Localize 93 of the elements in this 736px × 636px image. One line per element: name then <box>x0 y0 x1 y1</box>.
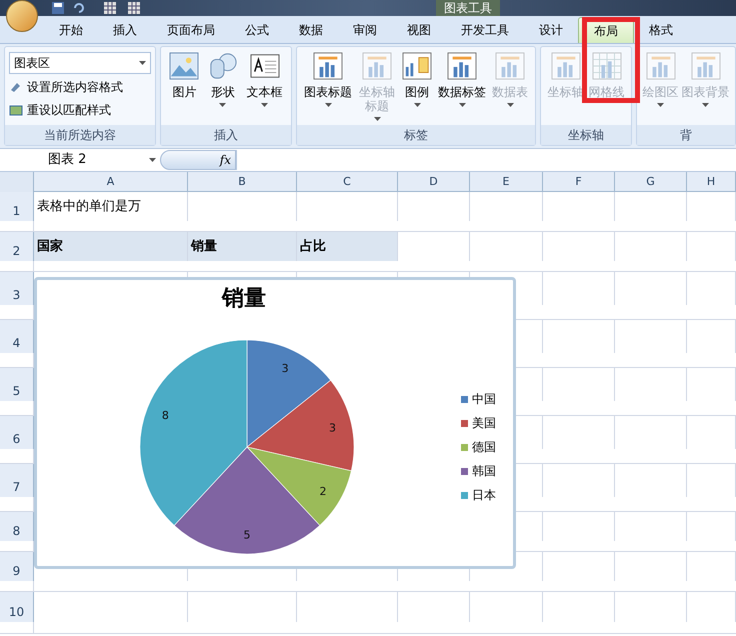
ribbon-tab[interactable]: 视图 <box>392 17 446 43</box>
legend-entry: 德国 <box>461 438 496 456</box>
group-label: 插入 <box>161 125 291 145</box>
name-box-value: 图表 2 <box>48 151 86 170</box>
data-label: 8 <box>162 408 169 422</box>
chart-element-dropdown[interactable]: 图表区 <box>9 52 151 74</box>
save-icon[interactable] <box>52 2 64 14</box>
data-label: 2 <box>319 484 326 498</box>
column-header[interactable]: C <box>297 172 398 192</box>
caret-icon <box>374 117 380 121</box>
row-header[interactable]: 8 <box>0 512 34 541</box>
table-icon[interactable] <box>128 2 140 14</box>
table-cell: 占比 <box>297 232 398 262</box>
ribbon-command[interactable]: 设置所选内容格式 <box>9 77 151 97</box>
ribbon-button[interactable]: 图例 <box>402 52 432 125</box>
column-header[interactable]: G <box>615 172 687 192</box>
ribbon-tab[interactable]: 页面布局 <box>152 17 230 43</box>
caret-icon <box>261 103 268 107</box>
group-label: 背 <box>637 125 735 145</box>
group-label: 标签 <box>297 125 535 145</box>
bar-chart-icon <box>690 52 720 80</box>
row-header[interactable]: 6 <box>0 416 34 449</box>
caret-icon <box>702 103 709 107</box>
legend-entry: 美国 <box>461 414 496 432</box>
caret-icon <box>219 103 226 107</box>
undo-icon[interactable] <box>72 2 84 14</box>
picture-icon <box>169 52 200 80</box>
table-cell: 国家 <box>34 232 188 262</box>
name-box[interactable]: 图表 2 <box>0 150 160 170</box>
table-cell: 表格中的单们是万 <box>34 192 188 222</box>
ribbon-tab[interactable]: 公式 <box>230 17 284 43</box>
row-header[interactable]: 7 <box>0 464 34 497</box>
fx-button[interactable]: fx <box>160 150 236 170</box>
chart-area[interactable]: 3 3 2 5 8 销量 中国 美国 德国 韩国 日本 <box>34 277 516 569</box>
gridlines-chart-icon <box>592 52 622 80</box>
caret-icon <box>139 61 146 65</box>
data-label: 3 <box>282 362 289 375</box>
ribbon-button[interactable]: 图片 <box>169 52 200 125</box>
ribbon-tab[interactable]: 开发工具 <box>446 17 524 43</box>
chart-title: 销量 <box>220 285 267 313</box>
caret-icon <box>149 158 156 162</box>
group-label: 坐标轴 <box>541 125 631 145</box>
row-header[interactable]: 10 <box>0 592 34 622</box>
row-header[interactable]: 2 <box>0 232 34 262</box>
ribbon-tab[interactable]: 格式 <box>634 17 688 43</box>
bar-chart-icon <box>362 52 392 80</box>
office-logo-button[interactable] <box>6 0 38 32</box>
bar-chart-icon <box>550 52 580 80</box>
bar-chart-icon <box>313 52 343 80</box>
row-header[interactable]: 9 <box>0 552 34 581</box>
reset-style-icon <box>9 103 23 117</box>
column-header[interactable]: D <box>398 172 470 192</box>
ribbon-button[interactable]: 形状 <box>208 52 238 125</box>
row-header[interactable]: 5 <box>0 368 34 401</box>
group-label: 当前所选内容 <box>5 125 155 145</box>
column-header[interactable]: A <box>34 172 188 192</box>
ribbon-command[interactable]: 重设以匹配样式 <box>9 100 151 120</box>
column-header[interactable]: F <box>543 172 615 192</box>
legend-entry: 韩国 <box>461 462 496 480</box>
data-label: 5 <box>244 528 250 542</box>
row-header[interactable]: 1 <box>0 192 34 222</box>
column-header[interactable]: E <box>470 172 543 192</box>
ribbon-button[interactable]: 文本框 <box>246 52 283 125</box>
ribbon-button[interactable]: 数据标签 <box>438 52 486 125</box>
legend-entry: 中国 <box>461 390 496 408</box>
caret-icon <box>414 103 420 107</box>
ribbon-tab[interactable]: 数据 <box>284 17 338 43</box>
row-header[interactable]: 4 <box>0 320 34 353</box>
caret-icon <box>458 103 466 107</box>
ribbon-tab[interactable]: 开始 <box>44 17 98 43</box>
table-icon[interactable] <box>104 2 116 14</box>
bar-chart-icon <box>495 52 525 80</box>
brush-icon <box>9 80 23 94</box>
data-label: 3 <box>329 421 336 434</box>
bar-chart-icon <box>646 52 676 80</box>
column-header[interactable]: H <box>687 172 736 192</box>
caret-icon <box>657 103 664 107</box>
shapes-icon <box>208 52 238 80</box>
column-header[interactable]: B <box>188 172 297 192</box>
textbox-icon <box>250 52 280 80</box>
table-cell: 销量 <box>188 232 297 262</box>
dropdown-value: 图表区 <box>14 55 50 72</box>
ribbon-button[interactable]: 图表标题 <box>304 52 352 125</box>
legend-entry: 日本 <box>461 486 496 504</box>
caret-icon <box>506 103 514 107</box>
ribbon-tab[interactable]: 设计 <box>524 17 578 43</box>
ribbon-tab[interactable]: 插入 <box>98 17 152 43</box>
legend-chart-icon <box>402 52 432 80</box>
caret-icon <box>324 103 332 107</box>
ribbon-tab[interactable]: 审阅 <box>338 17 392 43</box>
bar-chart-icon <box>447 52 477 80</box>
row-header[interactable]: 3 <box>0 272 34 305</box>
context-title: 图表工具 <box>436 0 500 16</box>
